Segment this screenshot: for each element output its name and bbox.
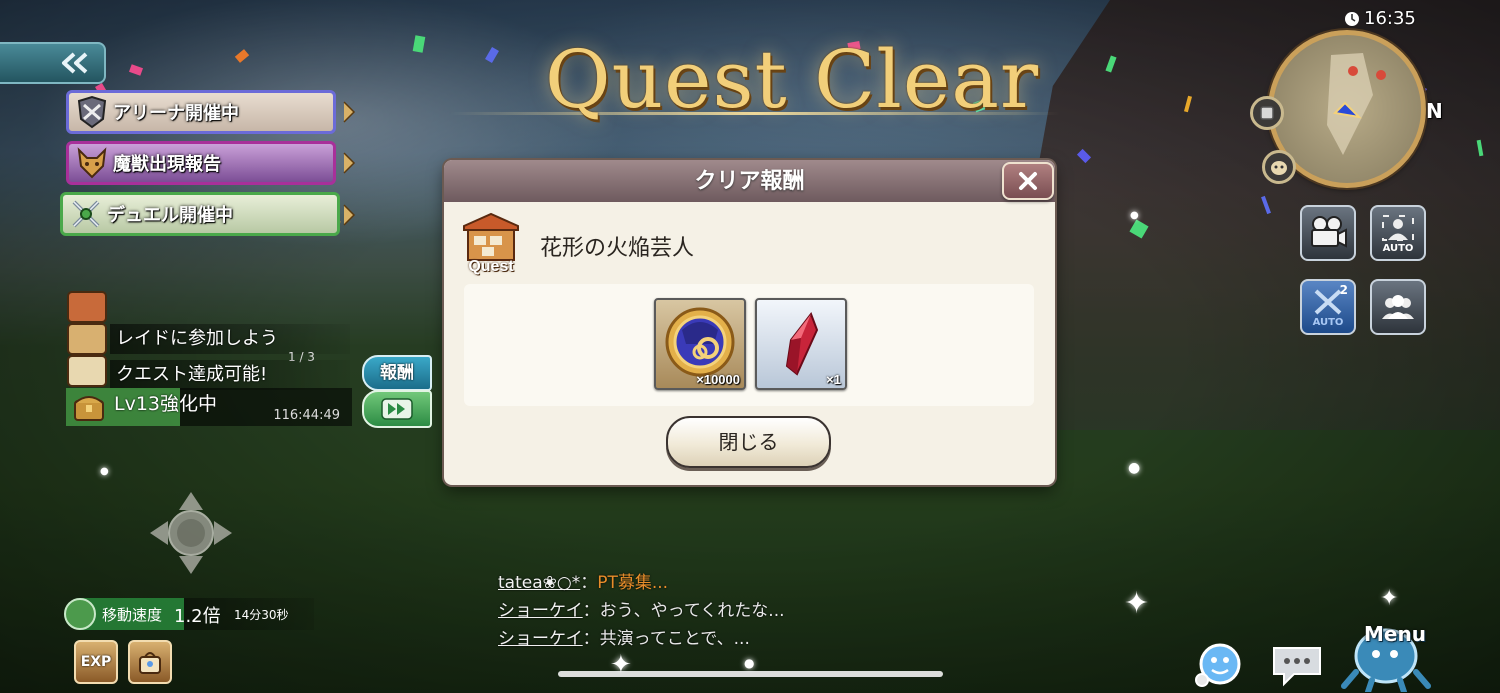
- fast-forward-icon: [381, 398, 413, 420]
- exp-label: EXP: [80, 654, 112, 670]
- speed-buff-label: 移動速度: [102, 606, 163, 624]
- chat-line: ショーケイ：共演ってことで、...: [498, 629, 750, 649]
- mission-label: レイドに参加しよう: [116, 328, 278, 349]
- virtual-joystick[interactable]: [148, 490, 234, 576]
- joystick-icon: [150, 492, 232, 574]
- chat-log[interactable]: tatea❀○*：PT募集... ショーケイ：おう、やってくれたな... ショー…: [498, 568, 918, 652]
- chevron-right-icon: [342, 151, 356, 175]
- fast-forward-button[interactable]: [362, 390, 432, 428]
- auto-label: AUTO: [1382, 242, 1414, 254]
- chat-message: PT募集...: [597, 573, 669, 593]
- close-button[interactable]: [1002, 162, 1054, 200]
- enhance-label: Lv13強化中: [114, 393, 218, 415]
- speed-buff-value: 1.2倍: [174, 606, 221, 627]
- party-button[interactable]: [1370, 279, 1426, 335]
- close-icon: [1019, 172, 1037, 190]
- group-icon: [1382, 295, 1414, 319]
- chat-line: ショーケイ：おう、やってくれたな...: [498, 601, 785, 621]
- reward-item-crystal[interactable]: ×1: [755, 298, 847, 390]
- menu-label: Menu: [1364, 622, 1426, 646]
- compass-north: N: [1426, 99, 1443, 123]
- minimap-content: [1327, 53, 1386, 155]
- reward-button[interactable]: 報酬: [362, 355, 432, 391]
- auto-speed-label: AUTO: [1312, 316, 1344, 328]
- arena-icon: [77, 95, 107, 129]
- exp-button[interactable]: EXP: [74, 640, 118, 684]
- chat-sender[interactable]: ショーケイ: [498, 629, 583, 649]
- camera-button[interactable]: [1300, 205, 1356, 261]
- chevron-right-icon: [342, 100, 356, 124]
- auto-battle-button[interactable]: AUTO: [1370, 205, 1426, 261]
- beast-icon: [77, 147, 107, 179]
- enhance-progress[interactable]: Lv13強化中 116:44:49: [66, 388, 352, 426]
- emote-face-icon: [1195, 643, 1241, 687]
- banner-duel[interactable]: デュエル開催中: [60, 192, 340, 236]
- auto-person-icon: [1382, 214, 1414, 241]
- chat-sender[interactable]: ショーケイ: [498, 601, 583, 621]
- pet-button[interactable]: [1262, 150, 1296, 184]
- mission-item[interactable]: クエスト達成可能!: [110, 360, 350, 390]
- close-dialog-button[interactable]: 閉じる: [666, 416, 831, 468]
- mission-label: クエスト達成可能!: [116, 364, 268, 385]
- banner-beast[interactable]: 魔獣出現報告: [66, 141, 336, 185]
- home-indicator[interactable]: [558, 671, 943, 677]
- menu-creature-icon: [1341, 628, 1431, 693]
- enhance-timer: 116:44:49: [273, 408, 340, 423]
- map-layer-button[interactable]: [1250, 96, 1284, 130]
- item-bag-button[interactable]: [128, 640, 172, 684]
- dialog-title: クリア報酬: [444, 160, 1055, 202]
- speed-buff-time: 14分30秒: [234, 608, 289, 622]
- mission-stack-icon: [67, 291, 107, 387]
- chat-input-button[interactable]: [1270, 644, 1324, 688]
- treasure-chest-icon: [74, 396, 104, 421]
- banner-label: 魔獣出現報告: [113, 154, 221, 175]
- speed-buff-icon: [64, 598, 96, 630]
- chat-line: tatea❀○*：PT募集...: [498, 573, 669, 593]
- quest-icon: Quest: [460, 212, 522, 276]
- mission-panel[interactable]: レイドに参加しよう 1 / 3 クエスト達成可能! Lv13強化中 116:44…: [64, 290, 354, 430]
- quest-clear-title: Quest Clear: [545, 33, 1040, 126]
- pet-icon: [1271, 161, 1287, 175]
- clock-time: 16:35: [1364, 8, 1416, 29]
- banner-label: アリーナ開催中: [113, 103, 239, 124]
- collapse-panel-button[interactable]: [0, 42, 106, 84]
- emote-button[interactable]: [1190, 642, 1248, 688]
- reward-quantity: ×10000: [696, 372, 740, 387]
- quest-board-icon: [463, 212, 519, 261]
- duel-icon: [72, 200, 100, 228]
- clock: 16:35: [1344, 8, 1416, 29]
- quest-icon-label: Quest: [468, 258, 514, 275]
- double-chevron-left-icon: [62, 52, 88, 74]
- auto-speed-button[interactable]: 2 AUTO: [1300, 279, 1356, 335]
- reward-quantity: ×1: [826, 372, 841, 387]
- quest-name: 花形の火焔芸人: [540, 236, 695, 261]
- layers-icon: [1260, 106, 1274, 120]
- menu-button[interactable]: [1336, 606, 1434, 693]
- bag-icon: [139, 652, 161, 674]
- reward-item-gold[interactable]: ×10000: [654, 298, 746, 390]
- reward-dialog: クリア報酬 Quest 花形の火焔芸人 ×10000 ×1 閉じる: [444, 160, 1055, 485]
- auto-speed-multiplier: 2: [1339, 282, 1348, 297]
- speech-bubble-icon: [1273, 647, 1321, 687]
- chevron-right-icon: [342, 203, 356, 227]
- banner-arena[interactable]: アリーナ開催中: [66, 90, 336, 134]
- chat-message: おう、やってくれたな...: [599, 601, 785, 621]
- speed-buff: 移動速度 1.2倍 14分30秒: [64, 598, 314, 630]
- chat-message: 共演ってことで、...: [599, 629, 750, 649]
- reward-list: ×10000 ×1: [464, 284, 1034, 406]
- video-camera-icon: [1311, 216, 1347, 248]
- clock-icon: [1345, 11, 1359, 26]
- chat-sender[interactable]: tatea❀○*: [498, 573, 580, 593]
- banner-label: デュエル開催中: [107, 205, 233, 226]
